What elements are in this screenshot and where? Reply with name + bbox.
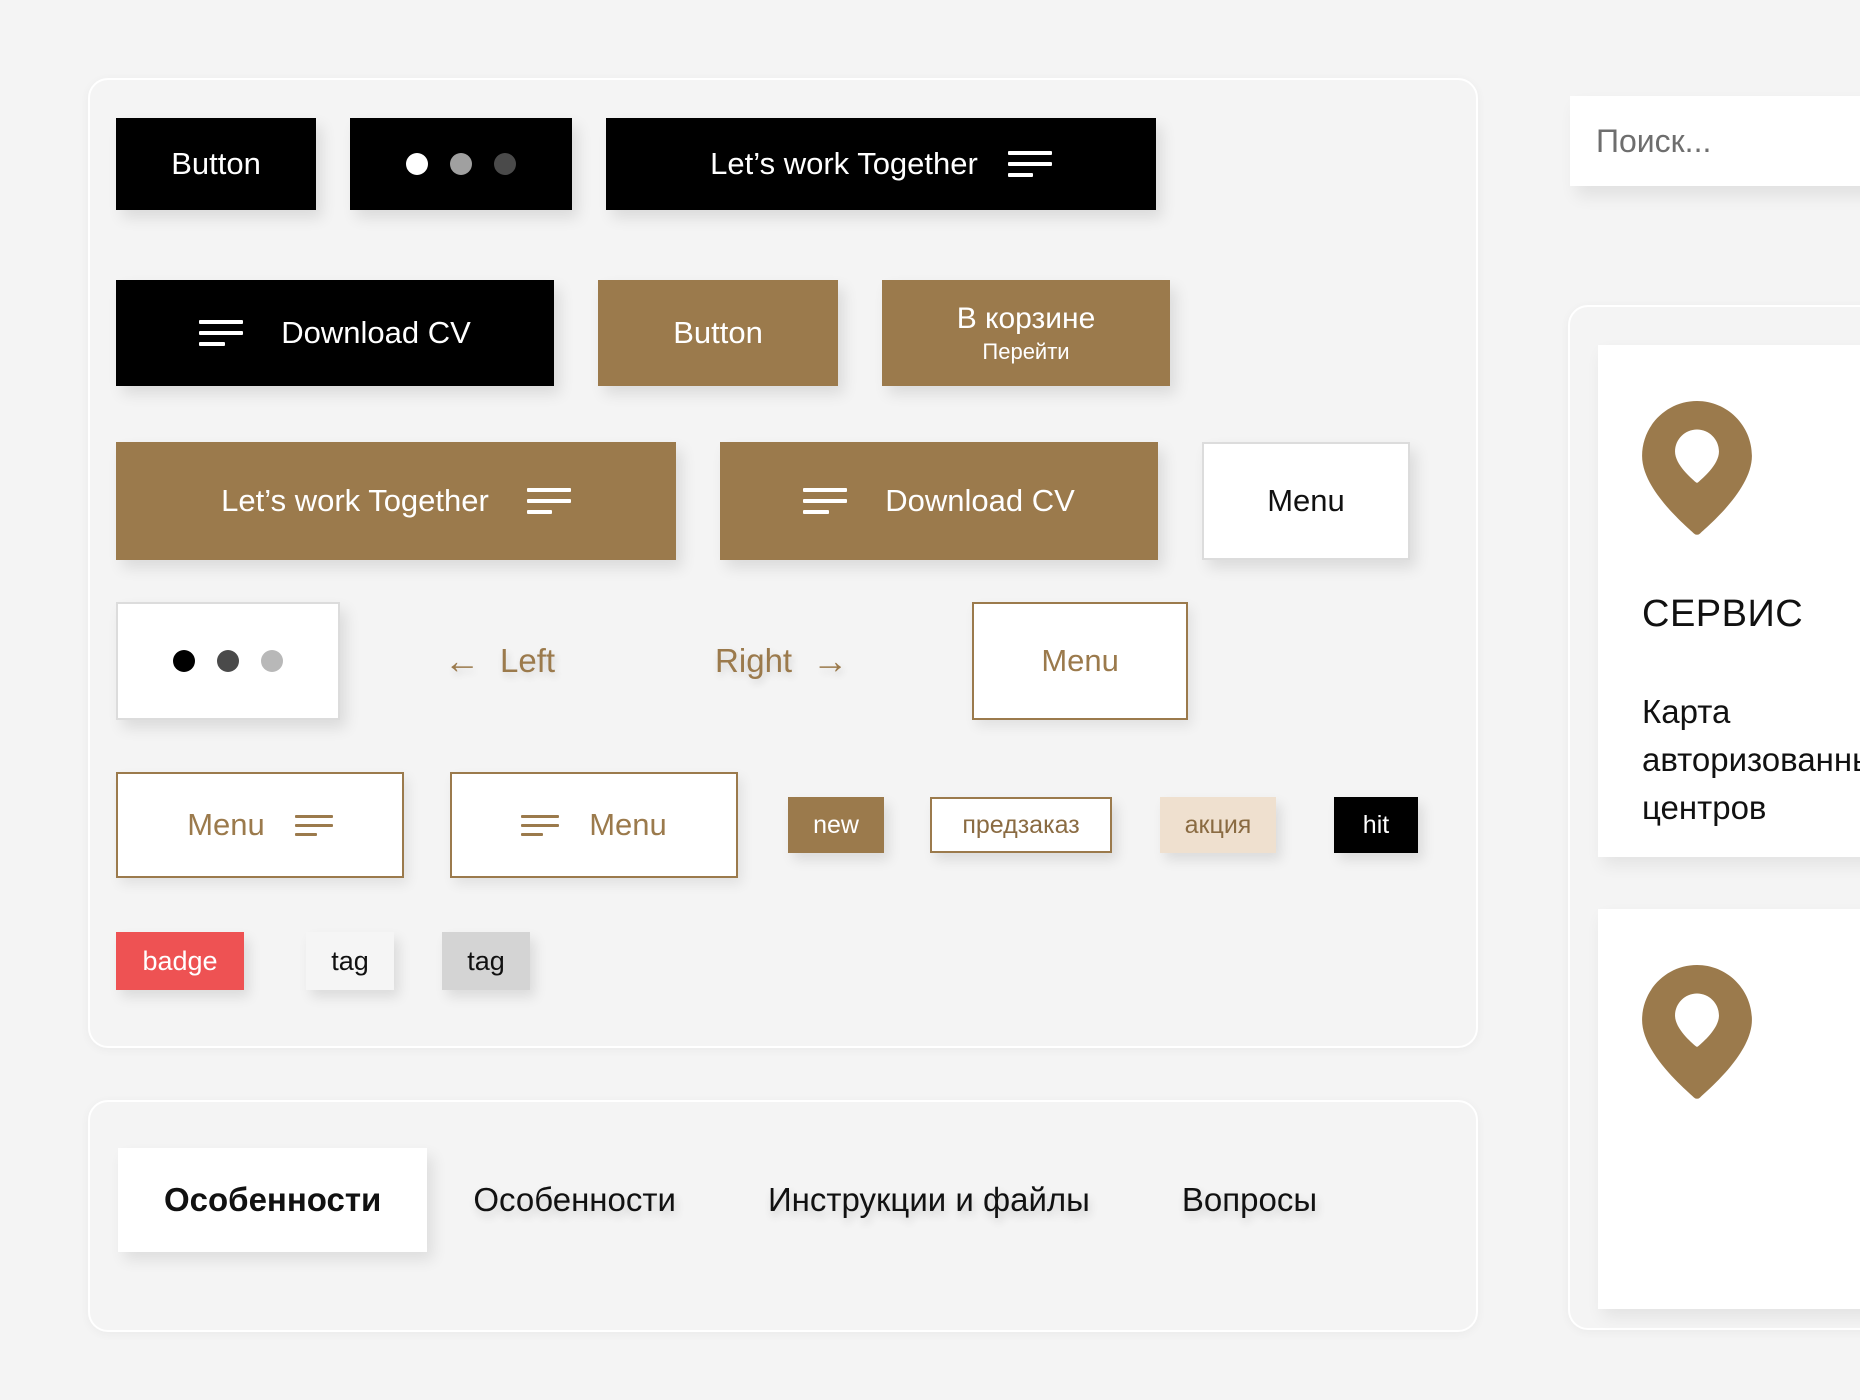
button-row-4: ← Left Right → Menu xyxy=(116,602,1189,720)
nav-right-label: Right xyxy=(715,642,793,679)
tab-voprosy[interactable]: Вопросы xyxy=(1136,1148,1363,1252)
menu-label: Menu xyxy=(589,806,667,842)
menu-button-icon-left[interactable]: Menu xyxy=(450,772,738,878)
lets-work-together-label: Let’s work Together xyxy=(221,482,489,518)
nav-left-label: Left xyxy=(500,642,556,679)
map-pin-icon xyxy=(1642,965,1752,1099)
button-row-1: Button Let’s work Together xyxy=(116,118,1156,210)
lets-work-together-dark-button[interactable]: Let’s work Together xyxy=(606,118,1156,210)
button-gold[interactable]: Button xyxy=(598,280,838,386)
tabs-strip: Особенности Особенности Инструкции и фай… xyxy=(118,1148,1363,1252)
tag-sale[interactable]: акция xyxy=(1160,797,1276,853)
hamburger-icon xyxy=(199,320,244,346)
three-dots-indicator-icon xyxy=(406,153,516,175)
tab-osobennosti[interactable]: Особенности xyxy=(427,1148,722,1252)
cart-subtitle: Перейти xyxy=(982,338,1070,364)
arrow-left-icon: ← xyxy=(444,640,480,681)
menu-white-button[interactable]: Menu xyxy=(1202,442,1410,560)
cart-title: В корзине xyxy=(956,302,1096,336)
hamburger-icon xyxy=(1007,151,1052,177)
hamburger-icon xyxy=(526,488,571,514)
three-dots-indicator-icon xyxy=(173,650,283,672)
menu-outline-button[interactable]: Menu xyxy=(972,602,1189,720)
tag-grey[interactable]: tag xyxy=(442,932,530,990)
badge: badge xyxy=(116,932,244,990)
button-primary-dark[interactable]: Button xyxy=(116,118,316,210)
tab-osobennosti-active[interactable]: Особенности xyxy=(118,1148,428,1252)
tag-preorder[interactable]: предзаказ xyxy=(930,797,1112,853)
download-cv-gold-button[interactable]: Download CV xyxy=(720,442,1158,560)
service-map-card-secondary[interactable] xyxy=(1598,909,1860,1309)
tag-hit[interactable]: hit xyxy=(1334,797,1418,853)
download-cv-label: Download CV xyxy=(281,314,471,350)
arrow-right-icon: → xyxy=(812,640,849,681)
download-cv-label: Download CV xyxy=(885,482,1075,518)
map-panel: СЕРВИС Карта авторизованных центров xyxy=(1568,305,1860,1330)
nav-left-button[interactable]: ← Left xyxy=(444,642,555,680)
dots-indicator-light-button[interactable] xyxy=(116,602,340,720)
button-row-2: Download CV Button В корзине Перейти xyxy=(116,280,1170,386)
service-card-description: Карта авторизованных центров xyxy=(1642,693,1860,826)
hamburger-icon xyxy=(294,814,333,836)
tab-instrukcii-i-fajly[interactable]: Инструкции и файлы xyxy=(722,1148,1136,1252)
cart-gold-button[interactable]: В корзине Перейти xyxy=(882,280,1170,386)
lets-work-together-label: Let’s work Together xyxy=(710,145,978,181)
nav-right-button[interactable]: Right → xyxy=(715,642,848,680)
service-card-title: СЕРВИС xyxy=(1642,593,1804,635)
badge-row: badge tag tag xyxy=(116,932,530,990)
search-input[interactable]: Поиск... xyxy=(1570,96,1860,186)
dots-indicator-dark-button[interactable] xyxy=(350,118,572,210)
service-map-card[interactable]: СЕРВИС Карта авторизованных центров xyxy=(1598,345,1860,857)
search-placeholder: Поиск... xyxy=(1596,122,1712,159)
tag-light[interactable]: tag xyxy=(306,932,394,990)
screen-root: Button Let’s work Together Download CV B… xyxy=(0,0,1860,1400)
download-cv-dark-button[interactable]: Download CV xyxy=(116,280,554,386)
menu-button-icon-right[interactable]: Menu xyxy=(116,772,404,878)
hamburger-icon xyxy=(521,814,560,836)
lets-work-together-gold-button[interactable]: Let’s work Together xyxy=(116,442,676,560)
components-panel: Button Let’s work Together Download CV B… xyxy=(88,78,1478,1048)
tag-new[interactable]: new xyxy=(788,797,884,853)
tag-row: Menu Menu new предзаказ акция hit xyxy=(116,772,1418,878)
map-pin-icon xyxy=(1642,401,1752,535)
button-row-3: Let’s work Together Download CV Menu xyxy=(116,442,1410,560)
hamburger-icon xyxy=(803,488,848,514)
tabs-panel: Особенности Особенности Инструкции и фай… xyxy=(88,1100,1478,1332)
menu-label: Menu xyxy=(187,806,265,842)
